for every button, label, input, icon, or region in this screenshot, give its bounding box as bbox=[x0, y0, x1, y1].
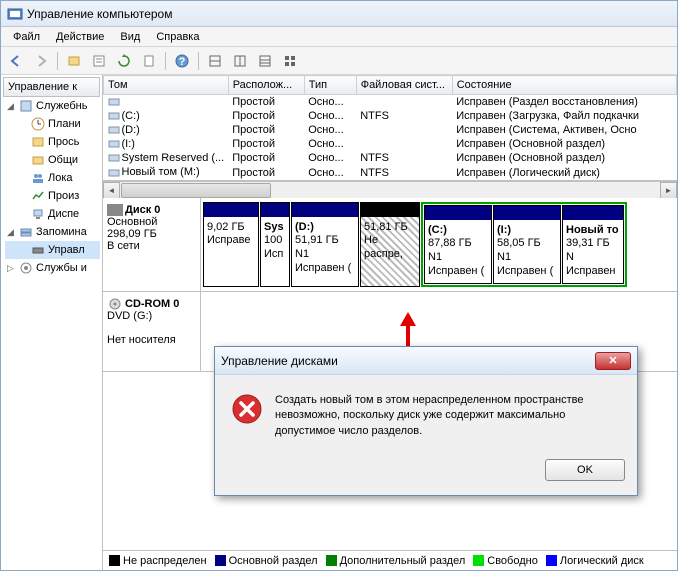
tree-device-manager[interactable]: Диспе bbox=[5, 205, 100, 223]
volume-icon bbox=[108, 167, 120, 179]
scroll-right-button[interactable]: ► bbox=[660, 182, 677, 199]
export-button[interactable] bbox=[138, 50, 160, 72]
users-icon bbox=[31, 171, 45, 185]
col-fs[interactable]: Файловая сист... bbox=[356, 76, 452, 95]
extended-partition-group: (C:)87,88 ГБ N1Исправен ( (I:)58,05 ГБ N… bbox=[421, 202, 627, 287]
col-volume[interactable]: Том bbox=[104, 76, 229, 95]
tree-header: Управление к bbox=[3, 77, 100, 97]
table-row[interactable]: (C:)ПростойОсно...NTFSИсправен (Загрузка… bbox=[104, 109, 677, 123]
close-icon: ✕ bbox=[608, 354, 617, 367]
menu-help[interactable]: Справка bbox=[148, 29, 207, 45]
error-dialog: Управление дисками ✕ Создать новый том в… bbox=[214, 346, 638, 496]
cdrom-icon bbox=[107, 298, 123, 310]
legend-extended: Дополнительный раздел bbox=[326, 555, 466, 567]
app-icon bbox=[7, 6, 23, 22]
scroll-left-button[interactable]: ◄ bbox=[103, 182, 120, 199]
menubar: Файл Действие Вид Справка bbox=[1, 27, 677, 47]
tree-services-apps[interactable]: ▷Службы и bbox=[5, 259, 100, 277]
storage-icon bbox=[19, 225, 33, 239]
event-icon bbox=[31, 135, 45, 149]
volume-icon bbox=[108, 152, 120, 164]
menu-action[interactable]: Действие bbox=[48, 29, 112, 45]
table-row[interactable]: (D:)ПростойОсно...Исправен (Система, Акт… bbox=[104, 123, 677, 137]
collapse-icon[interactable]: ◢ bbox=[7, 101, 14, 112]
nav-tree[interactable]: Управление к ◢Служебнь Плани Прось Общи … bbox=[1, 75, 103, 570]
table-row[interactable]: Новый том (M:)ПростойОсно...NTFSИсправен… bbox=[104, 165, 677, 179]
view1-button[interactable] bbox=[204, 50, 226, 72]
horizontal-scrollbar[interactable]: ◄ ► bbox=[103, 181, 677, 198]
view3-button[interactable] bbox=[254, 50, 276, 72]
close-button[interactable]: ✕ bbox=[595, 352, 631, 370]
help-button[interactable]: ? bbox=[171, 50, 193, 72]
svg-text:?: ? bbox=[179, 56, 186, 68]
menu-file[interactable]: Файл bbox=[5, 29, 48, 45]
legend-unallocated: Не распределен bbox=[109, 555, 207, 567]
view4-button[interactable] bbox=[279, 50, 301, 72]
tree-disk-management[interactable]: Управл bbox=[5, 241, 100, 259]
partition-recovery[interactable]: 9,02 ГБИсправе bbox=[203, 202, 259, 287]
col-layout[interactable]: Располож... bbox=[228, 76, 304, 95]
col-type[interactable]: Тип bbox=[304, 76, 356, 95]
tree-storage[interactable]: ◢Запомина bbox=[5, 223, 100, 241]
partition-c[interactable]: (C:)87,88 ГБ N1Исправен ( bbox=[424, 205, 492, 284]
properties-button[interactable] bbox=[88, 50, 110, 72]
partition-system-reserved[interactable]: Sys100Исп bbox=[260, 202, 290, 287]
table-row[interactable]: ПростойОсно...Исправен (Раздел восстанов… bbox=[104, 95, 677, 110]
partition-m[interactable]: Новый то39,31 ГБ NИсправен bbox=[562, 205, 624, 284]
dialog-title: Управление дисками bbox=[221, 354, 595, 368]
refresh-button[interactable] bbox=[113, 50, 135, 72]
tree-scheduler[interactable]: Плани bbox=[5, 115, 100, 133]
table-row[interactable]: (I:)ПростойОсно...Исправен (Основной раз… bbox=[104, 137, 677, 151]
services-icon bbox=[19, 261, 33, 275]
perf-icon bbox=[31, 189, 45, 203]
toolbar: ? bbox=[1, 47, 677, 75]
partition-i[interactable]: (I:)58,05 ГБ N1Исправен ( bbox=[493, 205, 561, 284]
view2-button[interactable] bbox=[229, 50, 251, 72]
device-icon bbox=[31, 207, 45, 221]
disk0-partitions: 9,02 ГБИсправе Sys100Исп (D:)51,91 ГБ N1… bbox=[201, 198, 677, 291]
expand-icon[interactable]: ▷ bbox=[7, 263, 14, 274]
titlebar[interactable]: Управление компьютером bbox=[1, 1, 677, 27]
volume-icon bbox=[108, 138, 120, 150]
forward-button[interactable] bbox=[30, 50, 52, 72]
clock-icon bbox=[31, 117, 45, 131]
window-title: Управление компьютером bbox=[27, 7, 172, 21]
collapse-icon[interactable]: ◢ bbox=[7, 227, 14, 238]
ok-button[interactable]: OK bbox=[545, 459, 625, 481]
legend-logical: Логический диск bbox=[546, 555, 644, 567]
scroll-thumb[interactable] bbox=[121, 183, 271, 198]
tree-performance[interactable]: Произ bbox=[5, 187, 100, 205]
shared-icon bbox=[31, 153, 45, 167]
partition-d[interactable]: (D:)51,91 ГБ N1Исправен ( bbox=[291, 202, 359, 287]
legend-free: Свободно bbox=[473, 555, 538, 567]
disk0-info[interactable]: Диск 0 Основной 298,09 ГБ В сети bbox=[103, 198, 201, 291]
legend-primary: Основной раздел bbox=[215, 555, 318, 567]
up-button[interactable] bbox=[63, 50, 85, 72]
volume-icon bbox=[108, 110, 120, 122]
cdrom-info[interactable]: CD-ROM 0 DVD (G:) Нет носителя bbox=[103, 292, 201, 371]
volume-grid[interactable]: Том Располож... Тип Файловая сист... Сос… bbox=[103, 75, 677, 181]
dialog-message: Создать новый том в этом нераспределенно… bbox=[275, 393, 621, 439]
partition-unallocated[interactable]: 51,81 ГБНе распре, bbox=[360, 202, 420, 287]
disk-icon bbox=[107, 204, 123, 216]
tree-shared[interactable]: Общи bbox=[5, 151, 100, 169]
table-row[interactable]: System Reserved (...ПростойОсно...NTFSИс… bbox=[104, 151, 677, 165]
back-button[interactable] bbox=[5, 50, 27, 72]
col-status[interactable]: Состояние bbox=[452, 76, 676, 95]
legend: Не распределен Основной раздел Дополните… bbox=[103, 550, 677, 570]
tree-local[interactable]: Лока bbox=[5, 169, 100, 187]
disk-icon bbox=[31, 243, 45, 257]
tree-eventviewer[interactable]: Прось bbox=[5, 133, 100, 151]
disk0-row[interactable]: Диск 0 Основной 298,09 ГБ В сети 9,02 ГБ… bbox=[103, 198, 677, 292]
error-icon bbox=[231, 393, 263, 425]
tree-services-root[interactable]: ◢Служебнь bbox=[5, 97, 100, 115]
dialog-titlebar[interactable]: Управление дисками ✕ bbox=[215, 347, 637, 375]
tools-icon bbox=[19, 99, 33, 113]
menu-view[interactable]: Вид bbox=[112, 29, 148, 45]
volume-icon bbox=[108, 96, 120, 108]
volume-icon bbox=[108, 124, 120, 136]
